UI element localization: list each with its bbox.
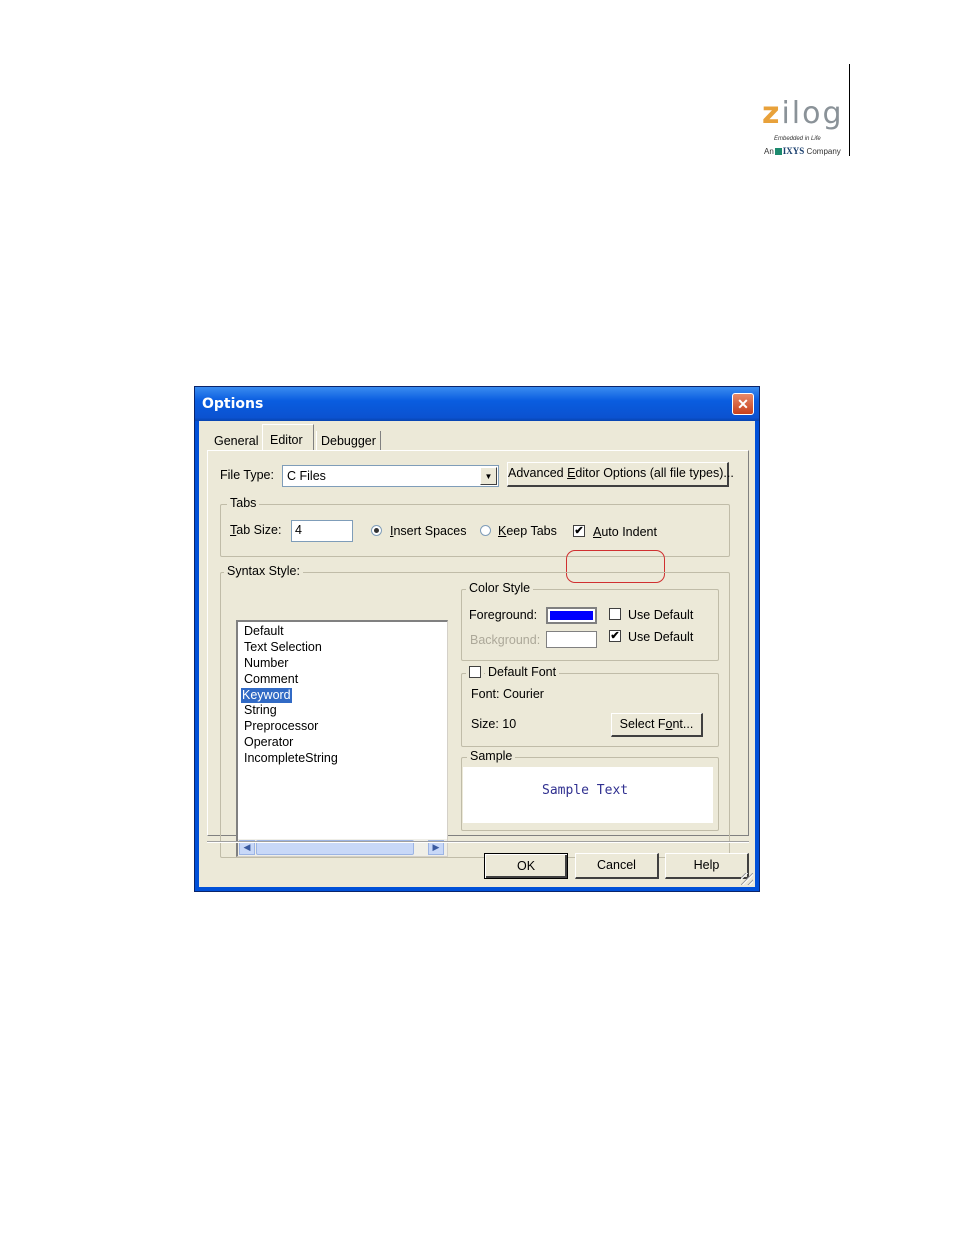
list-item-default[interactable]: Default <box>243 624 285 639</box>
tab-size-label: Tab Size: <box>230 523 282 537</box>
window-title: Options <box>202 396 264 412</box>
tab-general[interactable]: General <box>214 434 258 448</box>
zilog-logo: zilog Embedded in Life An IXYS Company <box>760 96 850 160</box>
ok-button[interactable]: OK <box>484 853 568 879</box>
insert-spaces-label[interactable]: Insert Spaces <box>390 524 466 538</box>
foreground-use-default-checkbox[interactable] <box>609 608 621 620</box>
background-use-default-checkbox[interactable]: ✔ <box>609 630 621 642</box>
select-font-button[interactable]: Select Font... <box>611 713 703 737</box>
insert-spaces-radio[interactable] <box>371 525 382 536</box>
header-rule <box>849 64 850 156</box>
keep-tabs-radio[interactable] <box>480 525 491 536</box>
sample-text: Sample Text <box>542 783 629 798</box>
keep-tabs-label[interactable]: Keep Tabs <box>498 524 557 538</box>
sample-preview: Sample Text <box>463 767 713 823</box>
logo-tagline: Embedded in Life <box>774 136 821 142</box>
file-type-value: C Files <box>287 469 326 483</box>
sample-title: Sample <box>467 749 516 763</box>
background-color-swatch[interactable] <box>546 631 597 648</box>
background-use-default-label[interactable]: Use Default <box>628 630 693 644</box>
list-item-preprocessor[interactable]: Preprocessor <box>243 719 319 734</box>
list-item-comment[interactable]: Comment <box>243 672 299 687</box>
list-item-incomplete-string[interactable]: IncompleteString <box>243 751 339 766</box>
auto-indent-label[interactable]: Auto Indent <box>593 525 657 539</box>
logo-wordmark: zilog <box>762 96 844 131</box>
footer-separator <box>207 841 749 843</box>
close-icon: ✕ <box>737 396 749 412</box>
font-size-label: Size: 10 <box>471 717 517 731</box>
cancel-button[interactable]: Cancel <box>575 853 659 879</box>
list-item-number[interactable]: Number <box>243 656 289 671</box>
resize-grip-icon[interactable] <box>741 873 753 885</box>
dialog-client: General Editor Debugger File Type: C Fil… <box>199 421 755 887</box>
close-button[interactable]: ✕ <box>732 393 754 415</box>
auto-indent-checkbox[interactable]: ✔ <box>573 525 585 537</box>
list-item-text-selection[interactable]: Text Selection <box>243 640 323 655</box>
file-type-select[interactable]: C Files ▼ <box>282 465 499 487</box>
options-dialog: Options ✕ General Editor Debugger File T… <box>194 386 760 892</box>
background-label: Background: <box>470 633 541 647</box>
syntax-style-list[interactable]: Default Text Selection Number Comment Ke… <box>236 620 448 857</box>
default-font-label[interactable]: Default Font <box>485 665 560 679</box>
default-font-checkbox[interactable] <box>469 666 481 678</box>
tab-editor[interactable]: Editor <box>262 424 314 450</box>
tab-size-input[interactable]: 4 <box>291 520 353 542</box>
title-bar[interactable]: Options ✕ <box>195 387 759 421</box>
logo-company: An IXYS Company <box>764 146 841 156</box>
file-type-label: File Type: <box>220 468 274 482</box>
ixys-square-icon <box>774 148 782 156</box>
foreground-label: Foreground: <box>469 608 538 622</box>
color-style-group: Color Style <box>461 581 719 661</box>
tab-debugger[interactable]: Debugger <box>316 431 381 451</box>
list-item-operator[interactable]: Operator <box>243 735 294 750</box>
foreground-use-default-label[interactable]: Use Default <box>628 608 693 622</box>
color-style-title: Color Style <box>466 581 534 595</box>
list-item-keyword[interactable]: Keyword <box>241 688 292 703</box>
syntax-style-title: Syntax Style: <box>224 564 303 578</box>
dropdown-arrow-icon[interactable]: ▼ <box>480 467 497 485</box>
help-button[interactable]: Help <box>665 853 749 879</box>
foreground-color-swatch[interactable] <box>546 607 597 624</box>
font-name-label: Font: Courier <box>471 687 544 701</box>
advanced-editor-options-button[interactable]: Advanced Editor Options (all file types)… <box>507 462 734 487</box>
list-item-string[interactable]: String <box>243 703 278 718</box>
tabs-group-title: Tabs <box>227 496 260 510</box>
